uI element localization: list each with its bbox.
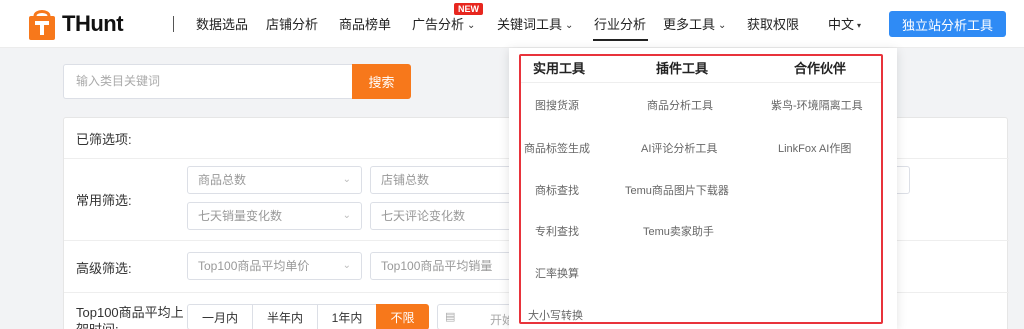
dropdown-column-title-utility: 实用工具 [533,61,586,76]
dropdown-item-temu-seller-assistant[interactable]: Temu卖家助手 [643,223,714,239]
select-top100-avg-price-value: Top100商品平均单价 [198,259,310,273]
chevron-down-icon: ⌄ [342,210,351,221]
select-7day-sales-change[interactable]: 七天销量变化数 ⌄ [187,202,362,230]
common-filters-label: 常用筛选: [76,193,132,208]
select-store-total[interactable]: 店铺总数 [370,166,530,194]
nav-divider [173,16,174,32]
chevron-down-icon: ⌄ [342,174,351,185]
time-option-half-year[interactable]: 半年内 [252,304,318,329]
selected-filters-label: 已筛选项: [76,132,132,147]
search-button[interactable]: 搜索 [352,64,411,99]
independent-site-tools-button[interactable]: 独立站分析工具 [889,11,1006,37]
select-7day-sales-change-value: 七天销量变化数 [198,209,283,223]
dropdown-item-patent-search[interactable]: 专利查找 [535,223,579,239]
chevron-down-icon: ⌄ [718,20,727,31]
nav-item-product-selection[interactable]: 数据选品 [196,14,248,33]
caret-down-icon: ▾ [857,21,862,30]
dropdown-item-case-converter[interactable]: 大小写转换 [528,307,583,323]
category-search-input[interactable]: 输入类目关键词 [63,64,352,99]
nav-item-industry-analysis[interactable]: 行业分析 [594,14,646,33]
nav-item-keyword-tools-label: 关键词工具 [497,17,563,32]
language-label: 中文 [828,17,855,32]
dropdown-item-tag-generator[interactable]: 商品标签生成 [524,140,590,156]
select-product-total-value: 商品总数 [198,173,247,187]
nav-item-more-tools[interactable]: 更多工具 ⌄ [663,14,726,33]
select-top100-avg-price[interactable]: Top100商品平均单价 ⌄ [187,252,362,280]
dropdown-item-trademark-search[interactable]: 商标查找 [535,182,579,198]
active-nav-indicator [593,39,648,41]
brand-name: THunt [62,11,124,36]
time-option-one-month[interactable]: 一月内 [187,304,253,329]
chevron-down-icon: ⌄ [342,260,351,271]
nav-item-product-ranking[interactable]: 商品榜单 [339,14,391,33]
dropdown-item-ai-review-analysis[interactable]: AI评论分析工具 [641,140,717,156]
chevron-down-icon: ⌄ [565,20,574,31]
shopping-bag-logo-icon [24,6,60,42]
brand-logo[interactable]: THunt [24,4,142,44]
nav-item-more-tools-label: 更多工具 [663,17,716,32]
time-option-one-year[interactable]: 1年内 [317,304,377,329]
nav-item-store-analysis[interactable]: 店铺分析 [266,14,318,33]
dropdown-item-image-search[interactable]: 图搜货源 [535,97,579,113]
language-switcher[interactable]: 中文 ▾ [828,14,861,33]
dropdown-item-product-analysis[interactable]: 商品分析工具 [647,97,713,113]
select-top100-avg-sales-value: Top100商品平均销量 [381,259,493,273]
nav-item-get-access[interactable]: 获取权限 [747,14,799,33]
dropdown-column-title-partners: 合作伙伴 [794,61,847,76]
dropdown-item-ziniao-isolation[interactable]: 紫鸟-环境隔离工具 [771,97,863,113]
dropdown-header-divider [521,82,881,83]
select-7day-review-change-value: 七天评论变化数 [381,209,466,223]
dropdown-item-linkfox-ai[interactable]: LinkFox AI作图 [778,140,851,156]
chevron-down-icon: ⌄ [467,20,476,31]
nav-item-ad-analysis-label: 广告分析 [412,17,465,32]
new-badge: NEW [454,3,483,15]
top-header: THunt 数据选品 店铺分析 商品榜单 广告分析 ⌄ NEW 关键词工具 ⌄ 行业… [0,0,1024,48]
nav-item-keyword-tools[interactable]: 关键词工具 ⌄ [497,14,573,33]
time-filter-label-cont: 架时间: [76,319,119,329]
calendar-icon: ▤ [445,311,456,323]
select-store-total-value: 店铺总数 [381,173,430,187]
dropdown-item-temu-image-downloader[interactable]: Temu商品图片下载器 [625,182,729,198]
dropdown-item-currency-converter[interactable]: 汇率换算 [535,265,579,281]
select-top100-avg-sales[interactable]: Top100商品平均销量 [370,252,530,280]
select-7day-review-change[interactable]: 七天评论变化数 [370,202,530,230]
nav-item-ad-analysis[interactable]: 广告分析 ⌄ [412,14,475,33]
select-product-total[interactable]: 商品总数 ⌄ [187,166,362,194]
time-option-unlimited[interactable]: 不限 [376,304,429,329]
advanced-filters-label: 高级筛选: [76,261,132,276]
dropdown-column-title-plugins: 插件工具 [656,61,709,76]
